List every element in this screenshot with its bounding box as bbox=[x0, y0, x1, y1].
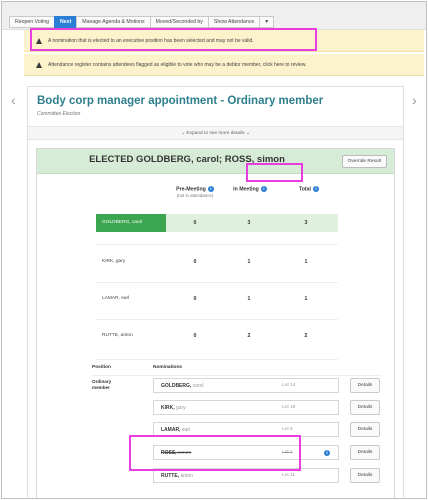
nominee-given-name: gary bbox=[176, 405, 186, 411]
override-result-button[interactable]: Override Result bbox=[341, 155, 387, 168]
vote-row: RUTTE, anton 0 2 2 bbox=[96, 327, 338, 345]
candidate-name: LAMAR, earl bbox=[102, 296, 130, 301]
info-icon[interactable]: i bbox=[207, 186, 214, 192]
nominee-given-name: simon bbox=[177, 450, 192, 456]
nominee-surname: GOLDBERG, bbox=[161, 383, 192, 389]
more-dropdown-button[interactable]: ▼ bbox=[259, 16, 275, 28]
position-name: Ordinary member bbox=[92, 379, 112, 390]
warning-icon bbox=[36, 61, 42, 68]
result-highlighted-name: ROSS, simon bbox=[224, 154, 285, 165]
motion-card: Body corp manager appointment - Ordinary… bbox=[27, 86, 404, 498]
info-icon[interactable]: i bbox=[313, 186, 319, 192]
pre-meeting-count: 0 bbox=[193, 296, 197, 302]
invalid-nomination-warning: A nomination that is elected to an execu… bbox=[24, 30, 424, 52]
position-column-header: Position bbox=[92, 365, 111, 370]
nominee-given-name: carol bbox=[192, 383, 204, 389]
row-divider bbox=[96, 244, 338, 245]
nominee-surname: LAMAR, bbox=[161, 427, 181, 433]
result-prefix: ELECTED GOLDBERG, carol; bbox=[89, 154, 225, 165]
pre-meeting-label: Pre-Meeting bbox=[176, 186, 206, 193]
details-button[interactable]: Details bbox=[350, 468, 380, 483]
row-divider bbox=[96, 359, 338, 360]
info-icon[interactable]: i bbox=[260, 186, 267, 192]
election-result-text: ELECTED GOLDBERG, carol; ROSS, simon bbox=[37, 154, 337, 165]
row-divider bbox=[96, 282, 338, 283]
nominee-surname: ROSS, bbox=[161, 450, 177, 456]
nomination-row: LAMAR, earl Lot 6 bbox=[153, 422, 339, 437]
nominee-name: KIRK, gary bbox=[161, 401, 186, 415]
candidate-name: RUTTE, anton bbox=[102, 333, 133, 338]
details-button[interactable]: Details bbox=[350, 422, 380, 437]
pre-meeting-count: 0 bbox=[193, 220, 197, 226]
show-attendance-button[interactable]: Show Attendance bbox=[207, 16, 260, 28]
vote-row: LAMAR, earl 0 1 1 bbox=[96, 290, 338, 308]
previous-motion-arrow[interactable]: ‹ bbox=[11, 93, 16, 107]
nominee-lot: Lot 1 bbox=[282, 450, 293, 455]
nominee-name: GOLDBERG, carol bbox=[161, 379, 204, 393]
nomination-row: KIRK, gary Lot 19 bbox=[153, 400, 339, 415]
info-icon[interactable]: i bbox=[324, 450, 330, 456]
nominee-surname: KIRK, bbox=[161, 405, 175, 411]
toolbar-tabs: Reopen Voting Next Manage Agenda & Motio… bbox=[9, 16, 275, 28]
expand-details-toggle[interactable]: ⌄ Expand to see more details ⌄ bbox=[28, 126, 403, 140]
reopen-voting-button[interactable]: Reopen Voting bbox=[9, 16, 55, 28]
total-count: 1 bbox=[304, 296, 308, 302]
total-header: Total i bbox=[289, 186, 329, 192]
total-count: 3 bbox=[304, 220, 308, 226]
in-meeting-count: 1 bbox=[247, 296, 251, 302]
warning-text: A nomination that is elected to an execu… bbox=[48, 37, 254, 44]
meeting-voting-window: Reopen Voting Next Manage Agenda & Motio… bbox=[1, 1, 427, 499]
candidate-name-elected: GOLDBERG, carol bbox=[96, 214, 166, 232]
result-bar: ELECTED GOLDBERG, carol; ROSS, simon Ove… bbox=[37, 149, 394, 174]
row-divider bbox=[96, 319, 338, 320]
nominee-lot: Lot 14 bbox=[282, 383, 296, 388]
nominee-name: LAMAR, earl bbox=[161, 423, 190, 437]
nominee-given-name: earl bbox=[181, 427, 191, 433]
nominee-name: RUTTE, anton bbox=[161, 469, 193, 483]
nominee-name: ROSS, simon bbox=[161, 446, 191, 460]
election-result-card: ELECTED GOLDBERG, carol; ROSS, simon Ove… bbox=[36, 148, 395, 498]
total-label: Total bbox=[298, 186, 311, 193]
pre-meeting-header: Pre-Meeting i (not in attendance) bbox=[167, 186, 223, 198]
nomination-row-withdrawn: ROSS, simon Lot 1 i bbox=[153, 445, 339, 460]
vote-row: GOLDBERG, carol 0 3 3 bbox=[96, 214, 338, 232]
debtor-member-warning[interactable]: Attendance register contains attendees f… bbox=[24, 54, 424, 76]
in-meeting-header: In Meeting i bbox=[225, 186, 275, 192]
next-button[interactable]: Next bbox=[54, 16, 77, 28]
nomination-row: RUTTE, anton Lot 11 bbox=[153, 468, 339, 483]
next-motion-arrow[interactable]: › bbox=[412, 93, 417, 107]
candidate-name: KIRK, gary bbox=[102, 259, 126, 264]
in-meeting-count: 2 bbox=[247, 333, 251, 339]
details-button[interactable]: Details bbox=[350, 378, 380, 393]
details-button[interactable]: Details bbox=[350, 445, 380, 460]
manage-agenda-button[interactable]: Manage Agenda & Motions bbox=[76, 16, 150, 28]
nominee-lot: Lot 19 bbox=[282, 405, 296, 410]
pre-meeting-count: 0 bbox=[193, 259, 197, 265]
total-count: 2 bbox=[304, 333, 308, 339]
moved-seconded-button[interactable]: Moved/Seconded by bbox=[149, 16, 208, 28]
nominee-surname: RUTTE, bbox=[161, 473, 180, 479]
nominations-column-header: Nominations bbox=[153, 365, 183, 370]
pre-meeting-sublabel: (not in attendance) bbox=[176, 193, 214, 199]
in-meeting-count: 1 bbox=[247, 259, 251, 265]
warning-icon bbox=[36, 37, 42, 44]
total-count: 1 bbox=[304, 259, 308, 265]
vote-row: KIRK, gary 0 1 1 bbox=[96, 253, 338, 271]
details-button[interactable]: Details bbox=[350, 400, 380, 415]
nominee-lot: Lot 6 bbox=[282, 427, 293, 432]
warning-text[interactable]: Attendance register contains attendees f… bbox=[48, 62, 306, 68]
header-divider bbox=[92, 375, 382, 376]
motion-type: Committee Election bbox=[37, 111, 81, 117]
in-meeting-label: In Meeting bbox=[233, 186, 259, 193]
nominee-lot: Lot 11 bbox=[282, 473, 295, 478]
in-meeting-count: 3 bbox=[247, 220, 251, 226]
pre-meeting-count: 0 bbox=[193, 333, 197, 339]
nominee-given-name: anton bbox=[180, 473, 193, 479]
nomination-row: GOLDBERG, carol Lot 14 bbox=[153, 378, 339, 393]
toolbar: Reopen Voting Next Manage Agenda & Motio… bbox=[2, 2, 426, 30]
motion-title: Body corp manager appointment - Ordinary… bbox=[37, 95, 324, 107]
